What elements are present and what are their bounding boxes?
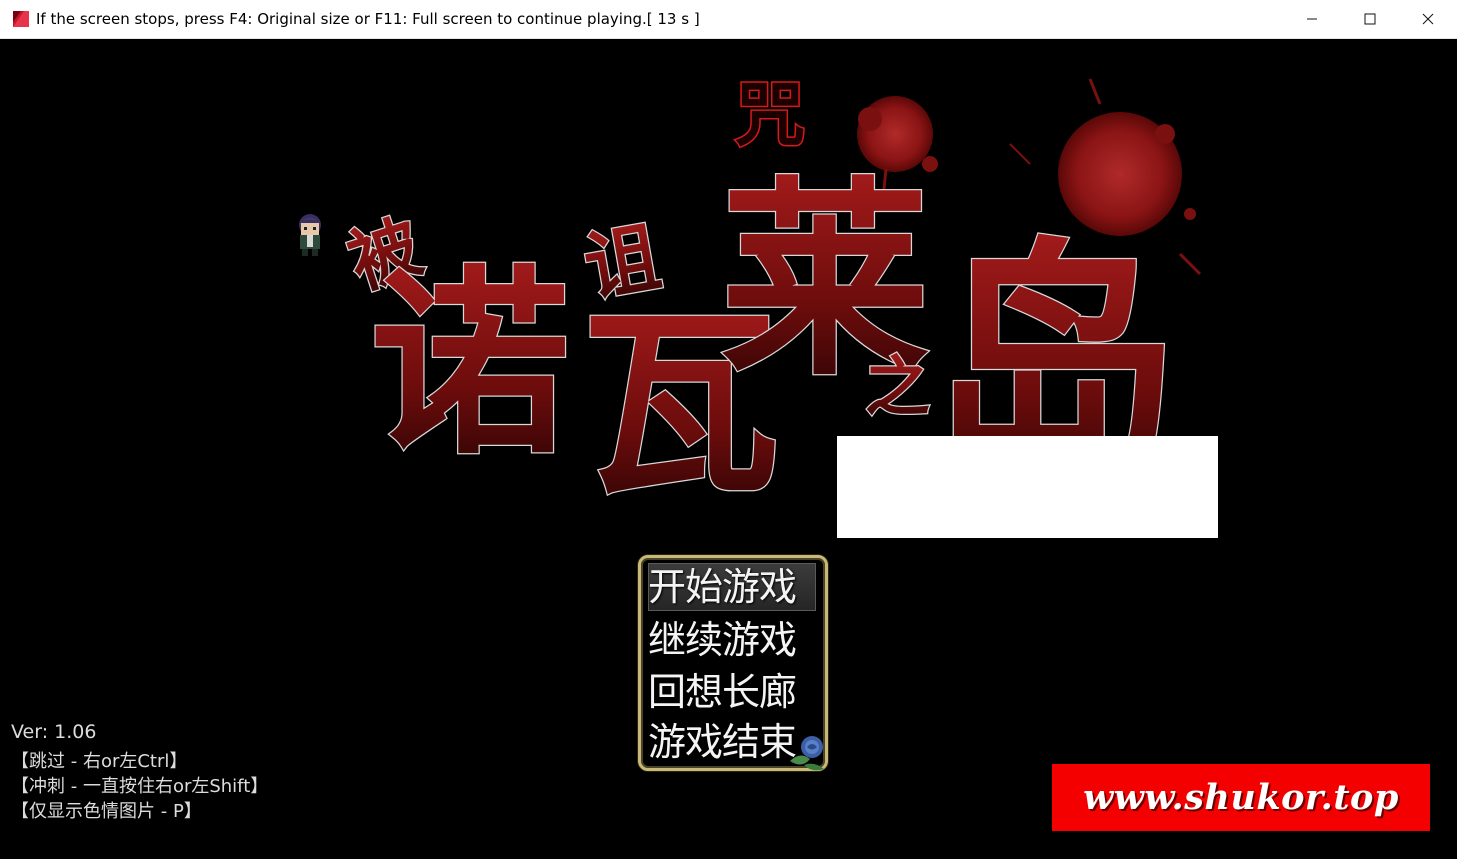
menu-item-recollection-gallery[interactable]: 回想长廊 [648,668,816,716]
logo-char-5: 咒 [735,73,805,156]
game-window: If the screen stops, press F4: Original … [0,0,1457,859]
minimize-button[interactable] [1283,0,1341,38]
maximize-button[interactable] [1341,0,1399,38]
watermark-banner: www.shukor.top [1052,764,1430,831]
image-only-hint: 【仅显示色情图片 - P】 [11,801,202,822]
close-icon [1422,10,1434,29]
menu-item-continue-game[interactable]: 继续游戏 [648,616,816,664]
close-button[interactable] [1399,0,1457,38]
menu-item-start-game[interactable]: 开始游戏 [648,563,816,611]
game-screen[interactable]: 被 诺 诅 瓦 咒 莱 之 岛 开始游戏 继续游戏 回想长廊 游戏结束 Ver:… [0,39,1457,859]
logo-char-7: 之 [865,349,930,425]
window-controls [1283,0,1457,38]
app-icon [12,10,30,28]
character-sprite [299,214,321,256]
skip-hint: 【跳过 - 右or左Ctrl】 [11,751,188,772]
dash-hint: 【冲刺 - 一直按住右or左Shift】 [11,776,269,797]
logo-char-2: 诺 [370,247,570,482]
maximize-icon [1364,10,1376,29]
watermark-text: www.shukor.top [1083,777,1399,818]
version-label: Ver: 1.06 [11,721,97,743]
rose-icon [790,736,824,771]
window-title: If the screen stops, press F4: Original … [36,10,700,28]
title-bar: If the screen stops, press F4: Original … [0,0,1457,39]
redaction-box [837,436,1218,538]
minimize-icon [1306,10,1318,29]
